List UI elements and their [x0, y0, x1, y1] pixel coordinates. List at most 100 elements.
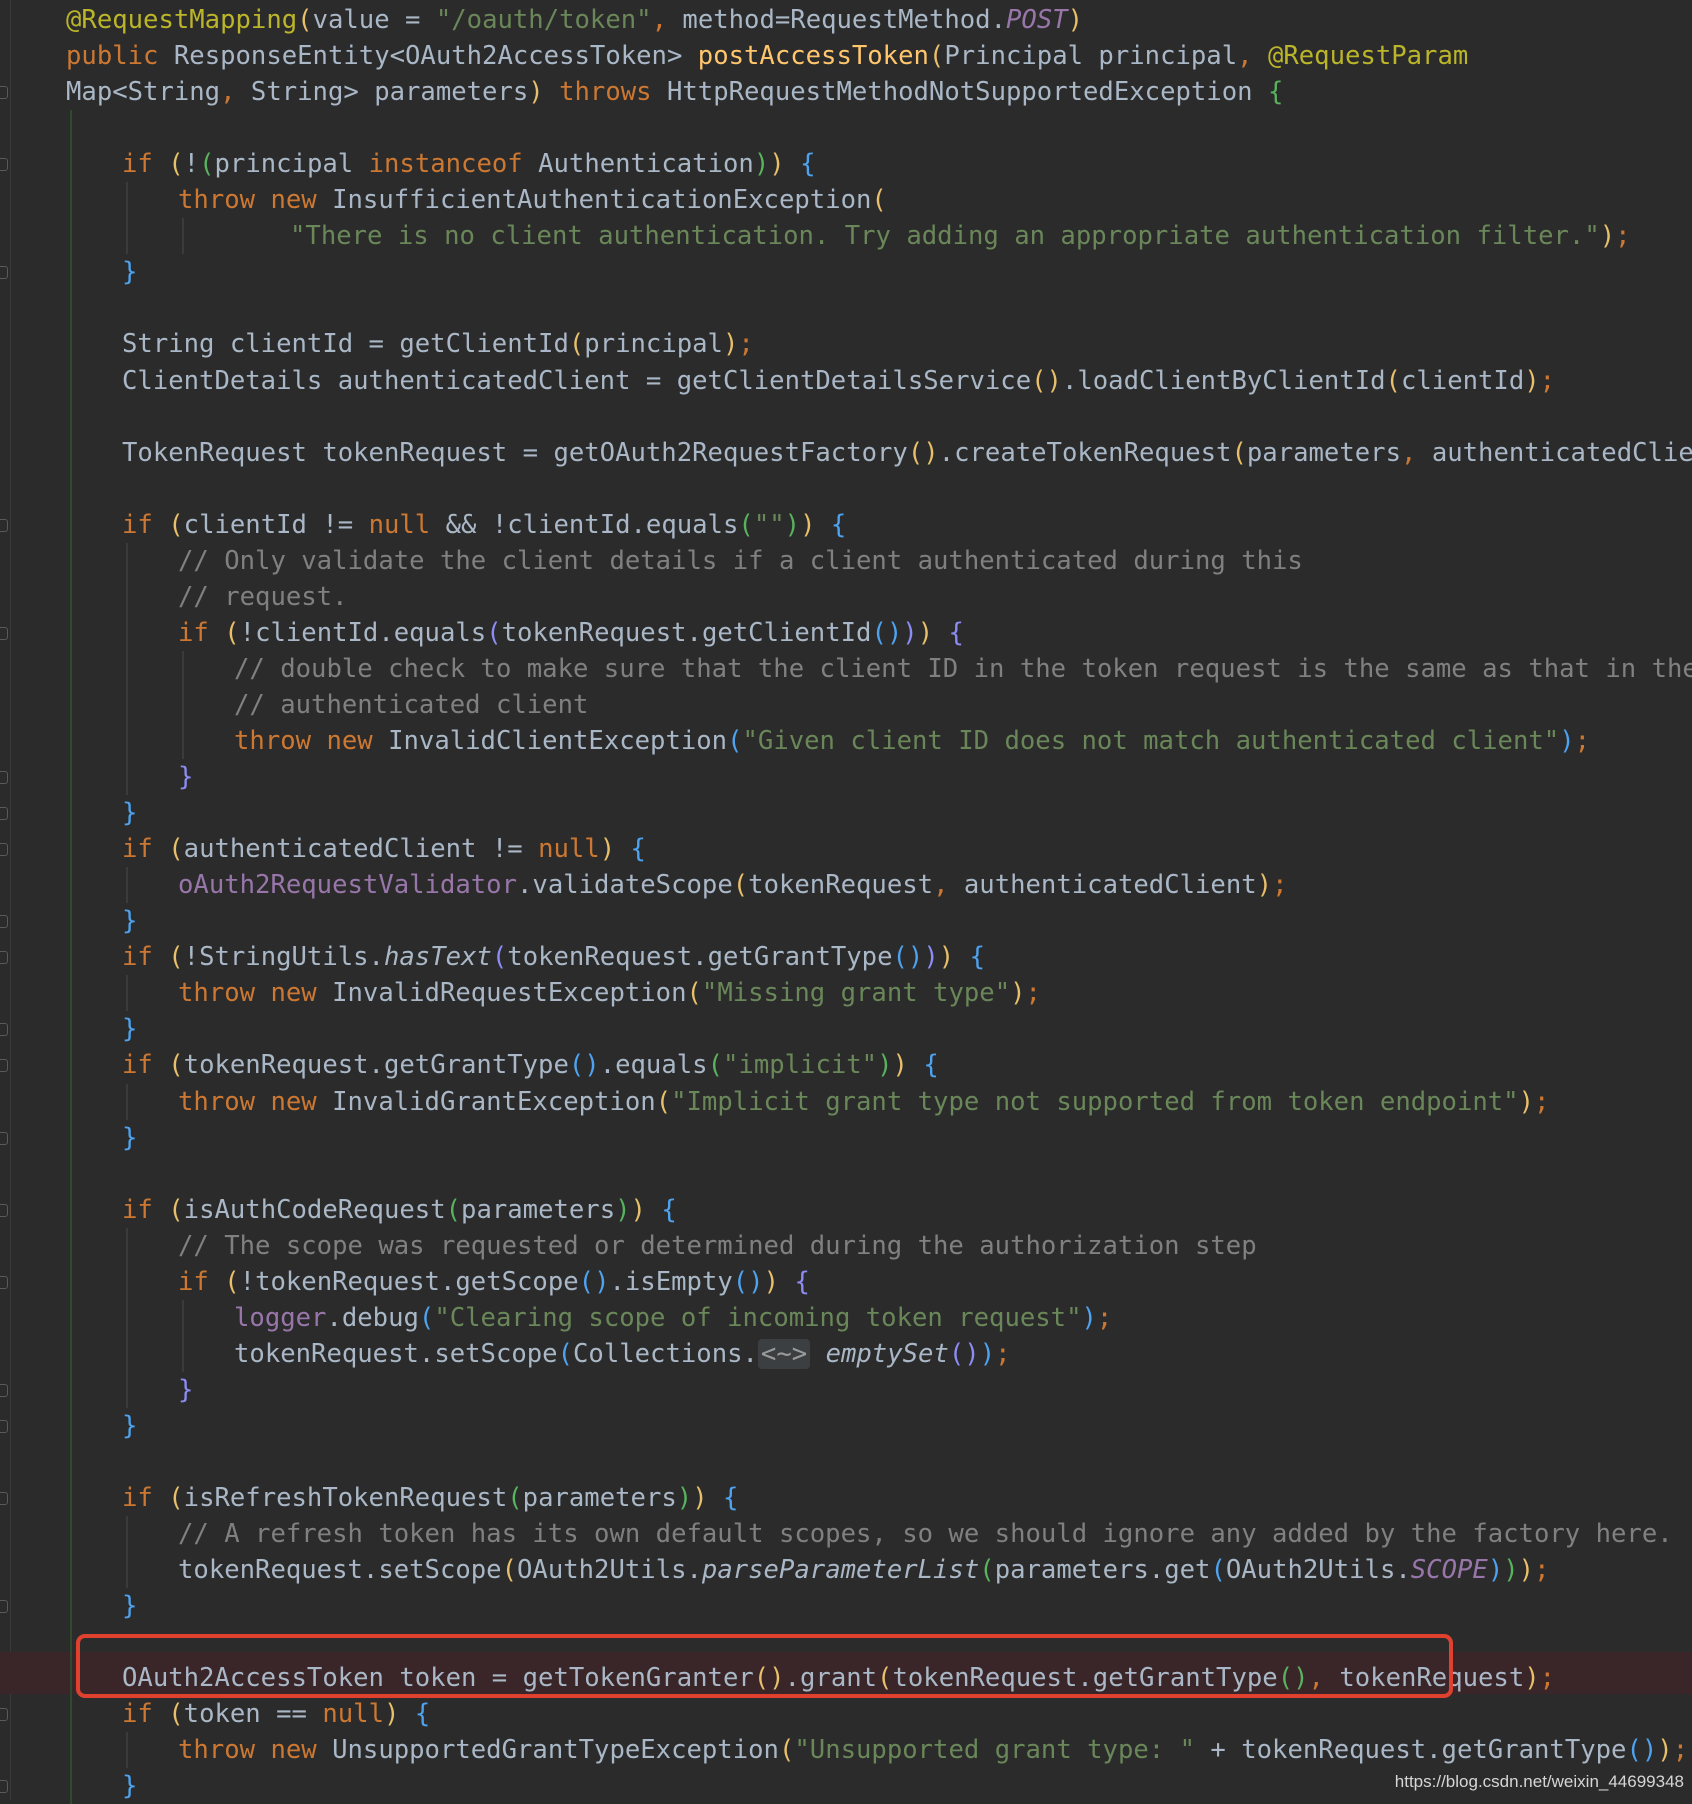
code-line[interactable]: }	[122, 795, 137, 831]
code-token: throw new	[178, 1735, 333, 1766]
code-line[interactable]: throw new InsufficientAuthenticationExce…	[178, 182, 887, 218]
code-token: =	[774, 5, 791, 35]
code-area[interactable]: @RequestMapping(value = "/oauth/token", …	[0, 0, 1692, 1801]
code-token: )	[1487, 1555, 1504, 1586]
code-line[interactable]: throw new UnsupportedGrantTypeException(…	[178, 1732, 1688, 1768]
code-line[interactable]: logger.debug("Clearing scope of incoming…	[234, 1300, 1112, 1336]
code-line[interactable]: // The scope was requested or determined…	[178, 1228, 1257, 1264]
code-token: OAuth2Utils.	[517, 1555, 702, 1586]
code-token: // Only validate the client details if a…	[178, 545, 1303, 576]
code-token: "Missing grant type"	[701, 978, 1011, 1009]
code-token: OAuth2Utils.	[1225, 1555, 1411, 1586]
code-line[interactable]: ClientDetails authenticatedClient = getC…	[122, 363, 1555, 399]
code-token: {	[794, 1266, 810, 1297]
code-token: null	[368, 509, 446, 540]
code-token: (	[727, 726, 743, 756]
code-token: (	[168, 1483, 184, 1514]
code-token: ,	[651, 5, 683, 35]
code-token: method	[682, 5, 775, 35]
code-token: String clientId = getClientId	[122, 329, 569, 360]
code-token: null	[538, 834, 600, 865]
code-token: InsufficientAuthenticationException	[332, 185, 872, 216]
code-line[interactable]: // authenticated client	[234, 687, 588, 723]
code-token: ()	[732, 1266, 764, 1297]
code-token: ()	[578, 1266, 610, 1297]
code-token: )	[383, 1699, 400, 1730]
code-token: )	[1081, 1302, 1097, 1333]
code-line[interactable]: }	[122, 1408, 137, 1444]
code-token: // double check to make sure that the cl…	[234, 653, 1692, 684]
code-token: )	[1599, 221, 1616, 252]
code-token: (	[418, 1302, 435, 1333]
code-line[interactable]: "There is no client authentication. Try …	[290, 218, 1631, 254]
code-token: )	[923, 942, 939, 973]
code-token: )	[763, 1266, 780, 1297]
code-line[interactable]: tokenRequest.setScope(OAuth2Utils.parseP…	[178, 1552, 1550, 1588]
code-token: tokenRequest.getClientId	[501, 617, 872, 648]
code-token: (	[224, 1266, 240, 1297]
code-line[interactable]: oAuth2RequestValidator.validateScope(tok…	[178, 867, 1288, 903]
code-token: (	[224, 617, 240, 648]
code-line[interactable]: if (token == null) {	[122, 1696, 430, 1732]
code-token: }	[178, 762, 194, 793]
code-token: (	[707, 1050, 723, 1081]
code-token: tokenRequest.setScope	[234, 1338, 558, 1369]
code-line[interactable]: Map<String, String> parameters) throws H…	[66, 74, 1283, 110]
code-token: ;	[1534, 1555, 1550, 1586]
code-token: tokenRequest	[748, 870, 934, 901]
code-token: )	[1657, 1735, 1673, 1766]
code-line[interactable]: throw new InvalidGrantException("Implici…	[178, 1084, 1549, 1120]
code-token: value	[312, 5, 390, 35]
code-line[interactable]: String clientId = getClientId(principal)…	[122, 326, 754, 362]
code-token: !StringUtils.	[183, 942, 384, 973]
code-line[interactable]: throw new InvalidRequestException("Missi…	[178, 975, 1041, 1011]
code-line[interactable]: if (isAuthCodeRequest(parameters)) {	[122, 1192, 677, 1228]
code-line[interactable]: // Only validate the client details if a…	[178, 543, 1303, 579]
code-editor[interactable]: @RequestMapping(value = "/oauth/token", …	[0, 0, 1692, 1804]
code-line[interactable]: if (!(principal instanceof Authenticatio…	[122, 146, 816, 182]
code-line[interactable]: tokenRequest.setScope(Collections. <~> em…	[234, 1336, 1011, 1372]
code-token: ;	[1574, 726, 1591, 756]
code-line[interactable]: }	[122, 1588, 137, 1624]
code-line[interactable]: public ResponseEntity<OAuth2AccessToken>…	[66, 38, 1468, 74]
code-line[interactable]: if (isRefreshTokenRequest(parameters)) {	[122, 1480, 738, 1516]
code-line[interactable]: if (clientId != null && !clientId.equals…	[122, 507, 846, 543]
code-token: (	[686, 978, 702, 1009]
code-line[interactable]: // double check to make sure that the cl…	[234, 651, 1692, 687]
code-token: tokenRequest.setScope	[178, 1555, 502, 1586]
code-line[interactable]: if (!StringUtils.hasText(tokenRequest.ge…	[122, 939, 985, 975]
code-line[interactable]: }	[122, 1768, 137, 1804]
code-line[interactable]: if (!tokenRequest.getScope().isEmpty()) …	[178, 1264, 810, 1300]
code-token: =	[389, 5, 436, 35]
code-line[interactable]: throw new InvalidClientException("Given …	[234, 723, 1590, 759]
code-line[interactable]: }	[178, 1372, 193, 1408]
code-line[interactable]: // request.	[178, 579, 348, 615]
code-token: oAuth2RequestValidator	[178, 870, 517, 901]
code-token: ()	[871, 617, 903, 648]
code-token: if	[178, 1266, 225, 1297]
code-line[interactable]: }	[178, 759, 193, 795]
code-token: Principal principal	[944, 41, 1238, 72]
code-token: )	[722, 329, 739, 360]
code-token: (	[168, 509, 184, 540]
code-line[interactable]: }	[122, 1011, 137, 1047]
code-line[interactable]: if (!clientId.equals(tokenRequest.getCli…	[178, 615, 964, 651]
code-token: )	[1010, 978, 1026, 1009]
code-line[interactable]: }	[122, 1120, 137, 1156]
code-token: )	[1256, 870, 1273, 901]
code-token: // authenticated client	[234, 689, 589, 720]
code-token: ,	[933, 870, 964, 901]
code-line[interactable]: }	[122, 903, 137, 939]
code-token: (	[778, 1735, 795, 1766]
code-line[interactable]: TokenRequest tokenRequest = getOAuth2Req…	[122, 435, 1692, 471]
code-line[interactable]: if (tokenRequest.getGrantType().equals("…	[122, 1047, 939, 1083]
code-token: parseParameterList	[701, 1555, 980, 1586]
code-token: (	[491, 942, 508, 973]
code-token: }	[122, 1591, 138, 1622]
code-line[interactable]: @RequestMapping(value = "/oauth/token", …	[66, 2, 1083, 38]
code-line[interactable]: // A refresh token has its own default s…	[178, 1516, 1673, 1552]
code-line[interactable]: }	[122, 254, 137, 290]
code-line[interactable]: if (authenticatedClient != null) {	[122, 831, 646, 867]
